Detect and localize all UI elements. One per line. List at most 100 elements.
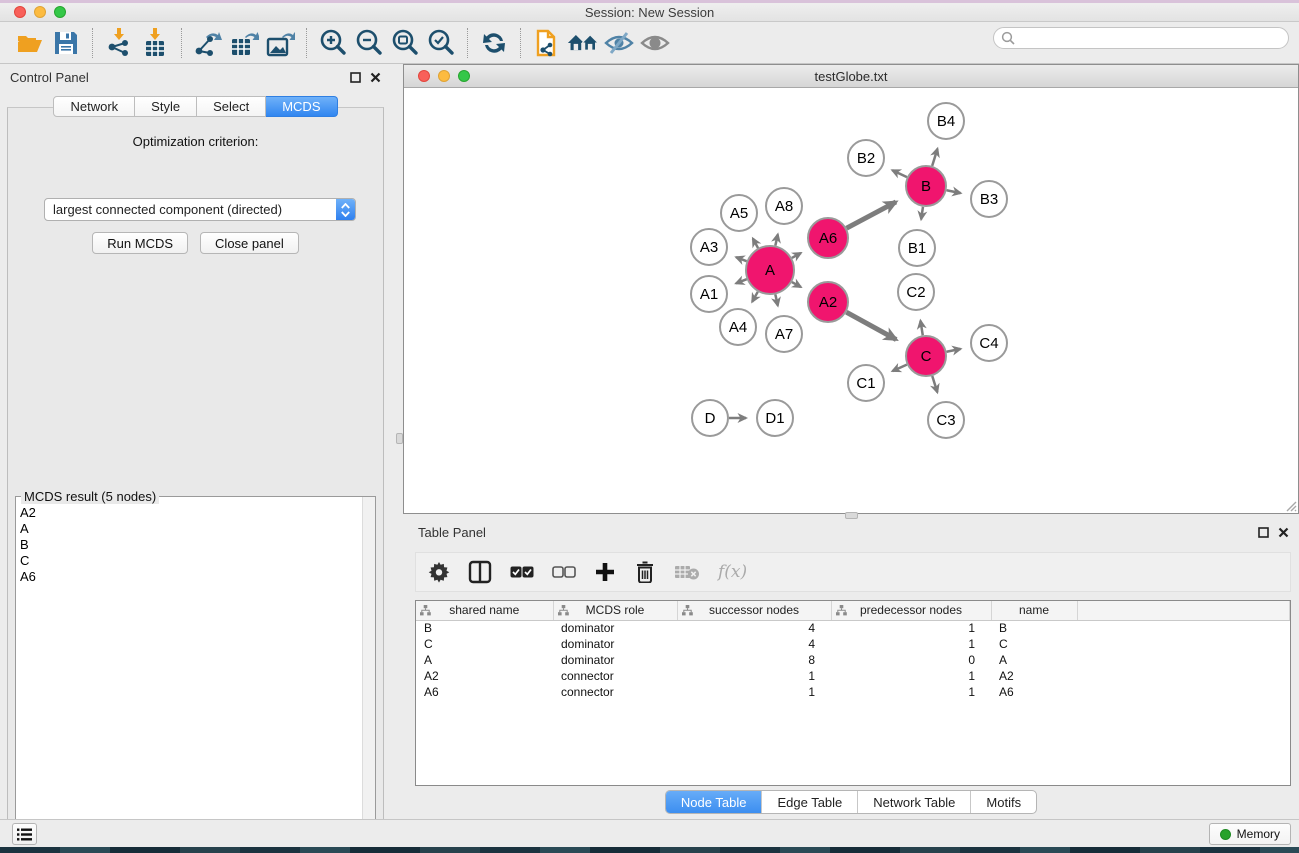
column-header-predecessor-nodes[interactable]: predecessor nodes bbox=[831, 601, 991, 620]
result-item[interactable]: C bbox=[20, 553, 362, 569]
horizontal-divider-grip[interactable] bbox=[845, 512, 858, 519]
delete-column-button[interactable] bbox=[634, 559, 656, 585]
column-header-shared-name[interactable]: shared name bbox=[416, 601, 553, 620]
task-history-button[interactable] bbox=[12, 823, 37, 845]
zoom-selected-button[interactable] bbox=[425, 27, 457, 59]
tab-node-table[interactable]: Node Table bbox=[666, 791, 762, 813]
close-panel-button[interactable]: Close panel bbox=[200, 232, 299, 254]
import-network-button[interactable] bbox=[103, 27, 135, 59]
network-window-titlebar[interactable]: testGlobe.txt bbox=[404, 65, 1298, 88]
tab-motifs[interactable]: Motifs bbox=[970, 791, 1036, 813]
close-window-button[interactable] bbox=[14, 6, 26, 18]
node-A3[interactable]: A3 bbox=[691, 229, 727, 265]
search-input[interactable] bbox=[993, 27, 1289, 49]
edge-C-C4[interactable] bbox=[947, 349, 961, 352]
float-panel-icon[interactable] bbox=[1258, 527, 1269, 538]
network-minimize-button[interactable] bbox=[438, 70, 450, 82]
node-C4[interactable]: C4 bbox=[971, 325, 1007, 361]
node-A4[interactable]: A4 bbox=[720, 309, 756, 345]
float-panel-icon[interactable] bbox=[350, 72, 361, 83]
edge-A-A7[interactable] bbox=[775, 294, 777, 305]
run-mcds-button[interactable]: Run MCDS bbox=[92, 232, 188, 254]
node-A6[interactable]: A6 bbox=[808, 218, 848, 258]
node-A2[interactable]: A2 bbox=[808, 282, 848, 322]
function-builder-button[interactable]: f(x) bbox=[718, 559, 747, 585]
node-B3[interactable]: B3 bbox=[971, 181, 1007, 217]
deselect-all-button[interactable] bbox=[552, 559, 576, 585]
tab-style[interactable]: Style bbox=[135, 96, 197, 117]
delete-table-button[interactable] bbox=[674, 559, 700, 585]
mcds-result-list[interactable]: A2ABCA6 bbox=[16, 499, 362, 834]
zoom-fit-button[interactable] bbox=[389, 27, 421, 59]
edge-A2-C[interactable] bbox=[846, 312, 896, 339]
edge-C-C3[interactable] bbox=[932, 376, 937, 392]
column-header-successor-nodes[interactable]: successor nodes bbox=[677, 601, 831, 620]
edge-C-C2[interactable] bbox=[920, 321, 922, 336]
node-C1[interactable]: C1 bbox=[848, 365, 884, 401]
node-B4[interactable]: B4 bbox=[928, 103, 964, 139]
clone-network-button[interactable] bbox=[531, 27, 563, 59]
edge-A-A6[interactable] bbox=[792, 253, 801, 258]
node-A8[interactable]: A8 bbox=[766, 188, 802, 224]
vertical-divider-grip[interactable] bbox=[396, 433, 403, 444]
show-columns-button[interactable] bbox=[468, 559, 492, 585]
network-graph[interactable]: B4B2BB3A8A5A6A3B1AC2A1A2A4A7C4CC1DD1C3 bbox=[404, 89, 1298, 513]
table-row[interactable]: Cdominator41C bbox=[416, 636, 1290, 652]
tab-edge-table[interactable]: Edge Table bbox=[761, 791, 857, 813]
node-D[interactable]: D bbox=[692, 400, 728, 436]
edge-A6-B[interactable] bbox=[847, 202, 896, 228]
tab-network[interactable]: Network bbox=[53, 96, 135, 117]
node-B[interactable]: B bbox=[906, 166, 946, 206]
zoom-window-button[interactable] bbox=[54, 6, 66, 18]
open-session-button[interactable] bbox=[14, 27, 46, 59]
table-row[interactable]: A2connector11A2 bbox=[416, 668, 1290, 684]
edge-A-A8[interactable] bbox=[775, 234, 777, 245]
export-table-button[interactable] bbox=[228, 27, 260, 59]
hide-eye-button[interactable] bbox=[603, 27, 635, 59]
node-A[interactable]: A bbox=[746, 246, 794, 294]
export-network-button[interactable] bbox=[192, 27, 224, 59]
network-zoom-button[interactable] bbox=[458, 70, 470, 82]
result-item[interactable]: A bbox=[20, 521, 362, 537]
zoom-out-button[interactable] bbox=[353, 27, 385, 59]
node-B1[interactable]: B1 bbox=[899, 230, 935, 266]
node-A7[interactable]: A7 bbox=[766, 316, 802, 352]
zoom-in-button[interactable] bbox=[317, 27, 349, 59]
tab-select[interactable]: Select bbox=[197, 96, 266, 117]
refresh-button[interactable] bbox=[478, 27, 510, 59]
window-resize-grip[interactable] bbox=[1283, 498, 1297, 512]
tab-network-table[interactable]: Network Table bbox=[857, 791, 970, 813]
close-panel-icon[interactable] bbox=[370, 72, 381, 83]
table-row[interactable]: Adominator80A bbox=[416, 652, 1290, 668]
result-item[interactable]: B bbox=[20, 537, 362, 553]
close-panel-icon[interactable] bbox=[1278, 527, 1289, 538]
home-networks-button[interactable] bbox=[567, 27, 599, 59]
edge-C-C1[interactable] bbox=[892, 365, 906, 371]
edge-A-A2[interactable] bbox=[792, 282, 801, 287]
column-header-MCDS-role[interactable]: MCDS role bbox=[553, 601, 677, 620]
criterion-select[interactable]: largest connected component (directed) bbox=[44, 198, 356, 221]
table-settings-button[interactable] bbox=[428, 559, 450, 585]
show-eye-button[interactable] bbox=[639, 27, 671, 59]
network-canvas[interactable]: B4B2BB3A8A5A6A3B1AC2A1A2A4A7C4CC1DD1C3 bbox=[404, 89, 1298, 513]
import-table-button[interactable] bbox=[139, 27, 171, 59]
edge-A-A1[interactable] bbox=[736, 279, 747, 283]
node-A1[interactable]: A1 bbox=[691, 276, 727, 312]
network-close-button[interactable] bbox=[418, 70, 430, 82]
edge-B-B4[interactable] bbox=[932, 149, 937, 166]
node-table[interactable]: shared nameMCDS rolesuccessor nodesprede… bbox=[415, 600, 1291, 786]
add-column-button[interactable] bbox=[594, 559, 616, 585]
save-session-button[interactable] bbox=[50, 27, 82, 59]
node-B2[interactable]: B2 bbox=[848, 140, 884, 176]
edge-A-A5[interactable] bbox=[753, 238, 758, 248]
edge-B-B1[interactable] bbox=[921, 207, 923, 220]
edge-B-B2[interactable] bbox=[892, 170, 907, 177]
edge-B-B3[interactable] bbox=[947, 190, 961, 193]
minimize-window-button[interactable] bbox=[34, 6, 46, 18]
select-all-button[interactable] bbox=[510, 559, 534, 585]
node-C2[interactable]: C2 bbox=[898, 274, 934, 310]
node-C[interactable]: C bbox=[906, 336, 946, 376]
result-item[interactable]: A2 bbox=[20, 505, 362, 521]
node-C3[interactable]: C3 bbox=[928, 402, 964, 438]
export-image-button[interactable] bbox=[264, 27, 296, 59]
